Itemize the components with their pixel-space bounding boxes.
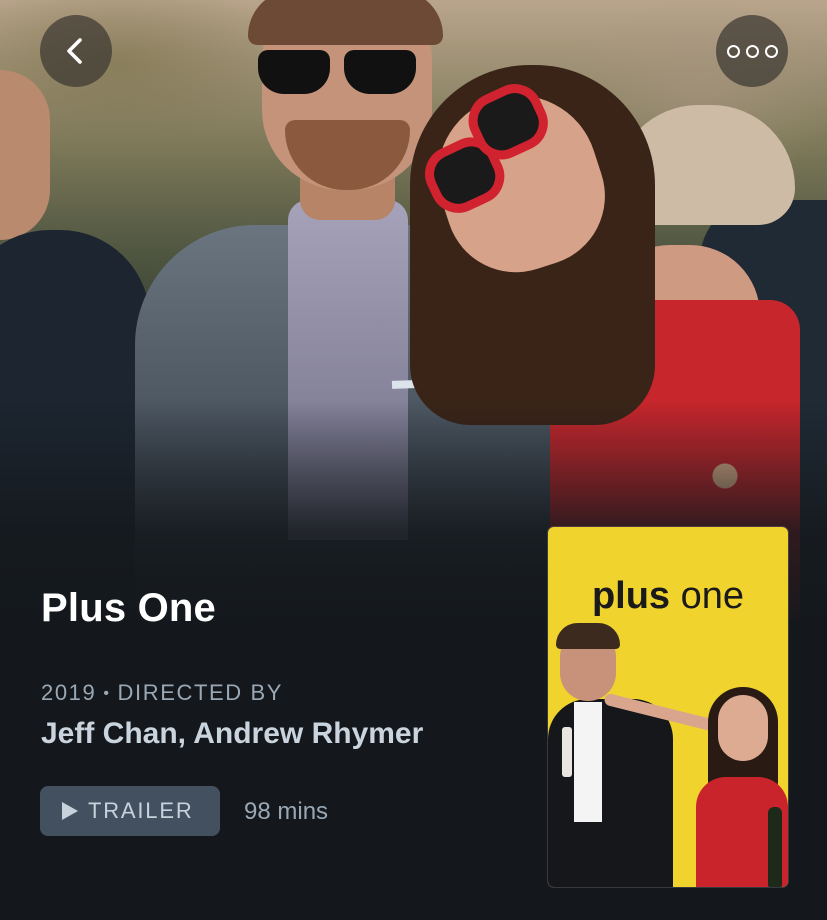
movie-poster[interactable]: plus one xyxy=(548,527,788,887)
trailer-button[interactable]: TRAILER xyxy=(40,786,220,836)
poster-champagne-glass xyxy=(562,727,572,777)
release-year[interactable]: 2019 xyxy=(41,680,96,705)
man-hair xyxy=(248,0,443,45)
poster-title: plus one xyxy=(548,575,788,618)
more-options-icon xyxy=(726,44,778,58)
movie-title: Plus One xyxy=(41,586,216,630)
poster-man-shirt xyxy=(574,702,602,822)
poster-champagne-bottle xyxy=(768,807,782,887)
man-sunglasses xyxy=(258,50,418,95)
play-icon xyxy=(62,802,78,820)
background-person-left-head xyxy=(0,70,50,240)
directed-by-label: DIRECTED BY xyxy=(117,680,284,705)
movie-meta: 2019 • DIRECTED BY xyxy=(41,680,283,706)
poster-woman-head xyxy=(718,695,768,761)
back-button[interactable] xyxy=(40,15,112,87)
meta-separator: • xyxy=(103,685,111,702)
poster-title-bold: plus xyxy=(591,575,671,617)
chevron-left-icon xyxy=(67,38,82,64)
runtime: 98 mins xyxy=(244,798,329,825)
more-options-button[interactable] xyxy=(716,15,788,87)
directors-link[interactable]: Jeff Chan, Andrew Rhymer xyxy=(41,717,423,751)
trailer-button-label: TRAILER xyxy=(88,798,194,823)
poster-title-light: one xyxy=(680,575,745,617)
poster-man-hair xyxy=(556,623,620,649)
